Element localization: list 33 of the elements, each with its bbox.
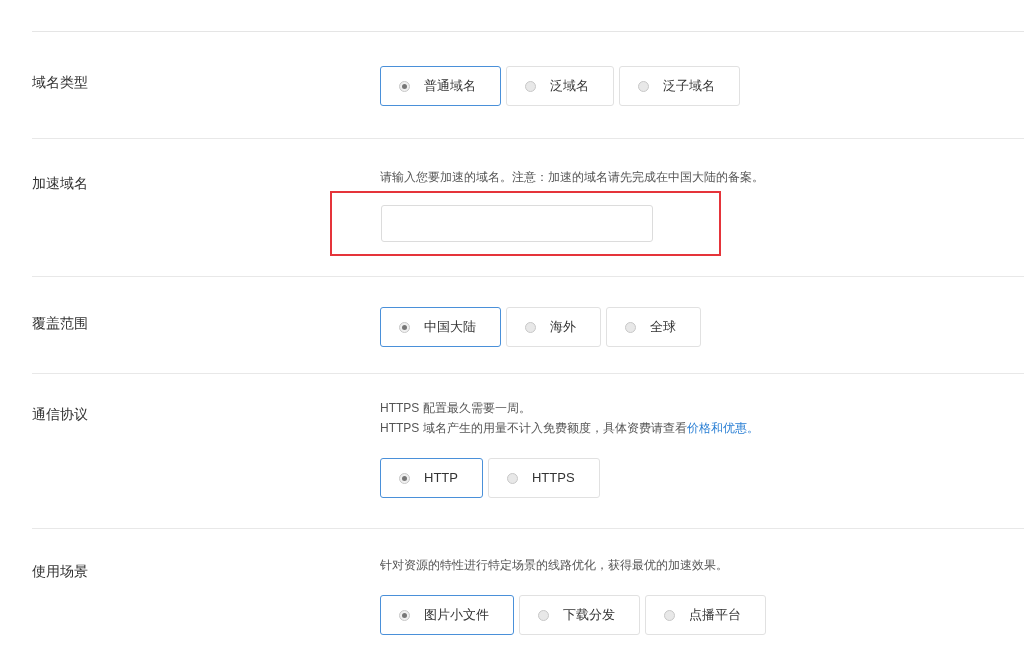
field-label: 覆盖范围	[32, 315, 88, 331]
radio-icon	[625, 321, 636, 333]
radio-icon	[399, 472, 410, 484]
domain-input[interactable]	[381, 205, 653, 242]
radio-option[interactable]: 全球	[606, 307, 701, 347]
radio-icon	[399, 609, 410, 621]
hint-text: 针对资源的特性进行特定场景的线路优化，获得最优的加速效果。	[380, 557, 729, 574]
field-label: 使用场景	[32, 563, 88, 579]
radio-option[interactable]: 点播平台	[645, 595, 766, 635]
hint-text: HTTPS 配置最久需要一周。	[380, 400, 532, 417]
hint-text: 请输入您要加速的域名。注意：加速的域名请先完成在中国大陆的备案。	[380, 169, 764, 186]
radio-icon	[638, 80, 649, 92]
field-label: 通信协议	[32, 406, 88, 422]
radio-option[interactable]: 泛子域名	[619, 66, 740, 106]
radio-option[interactable]: 中国大陆	[380, 307, 501, 347]
radio-option[interactable]: 普通域名	[380, 66, 501, 106]
radio-option[interactable]: 海外	[506, 307, 601, 347]
radio-icon	[399, 321, 410, 333]
radio-option[interactable]: HTTP	[380, 458, 483, 498]
price-link[interactable]: 价格和优惠。	[686, 421, 759, 435]
radio-icon	[525, 321, 536, 333]
radio-icon	[538, 609, 549, 621]
field-label: 域名类型	[32, 74, 88, 90]
radio-option[interactable]: 泛域名	[506, 66, 614, 106]
hint-text: HTTPS 域名产生的用量不计入免费额度，具体资费请查看价格和优惠。	[380, 420, 759, 437]
radio-icon	[664, 609, 675, 621]
radio-option[interactable]: HTTPS	[487, 458, 600, 498]
radio-option[interactable]: 图片小文件	[380, 595, 514, 635]
radio-icon	[399, 80, 410, 92]
radio-icon	[525, 80, 536, 92]
radio-icon	[506, 472, 518, 484]
field-label: 加速域名	[32, 175, 88, 191]
radio-option[interactable]: 下载分发	[519, 595, 640, 635]
